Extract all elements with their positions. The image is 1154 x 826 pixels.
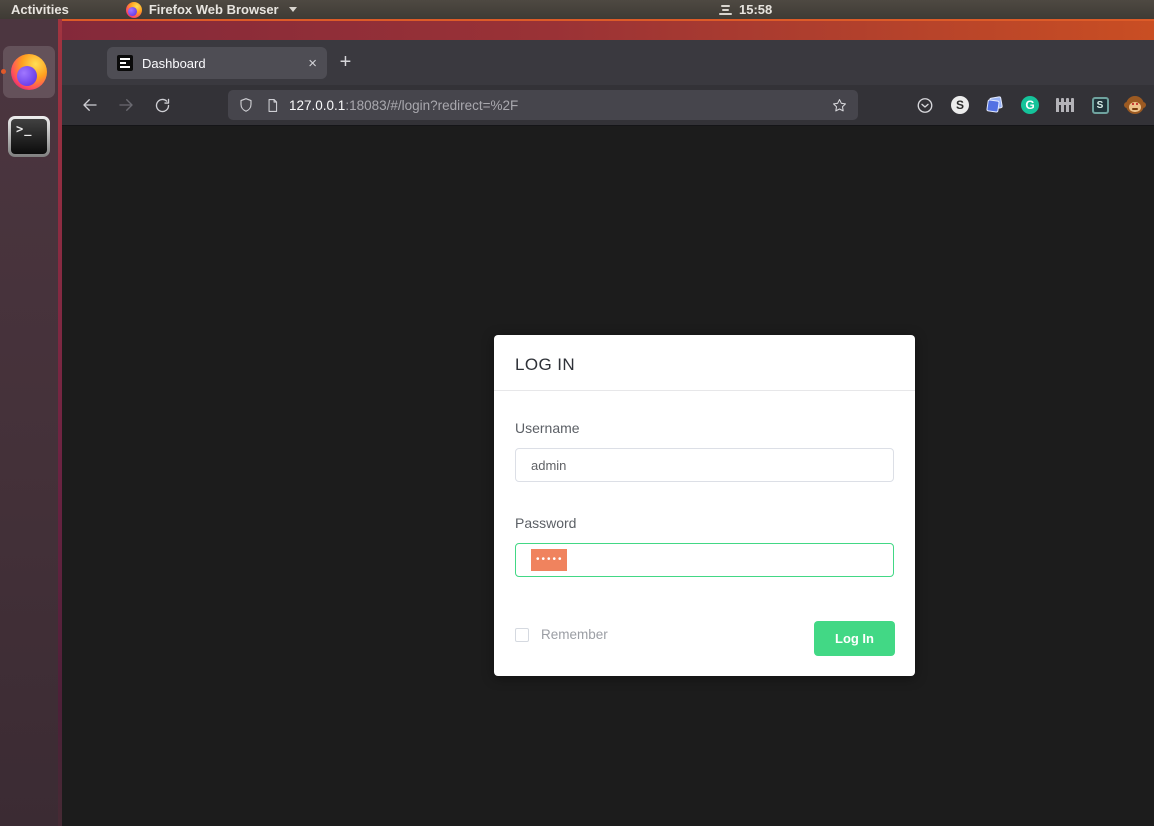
- grammarly-icon: G: [1021, 96, 1039, 114]
- running-indicator-dot: [1, 69, 6, 74]
- firefox-window: Dashboard × + 127.0.0.1:18083/#/login?re…: [62, 40, 1154, 826]
- login-card: LOG IN Username Password ••••• Remember …: [494, 335, 915, 676]
- login-button[interactable]: Log In: [814, 621, 895, 656]
- star-icon: [833, 98, 846, 111]
- notes-extension-button[interactable]: [986, 96, 1004, 114]
- username-input[interactable]: [515, 448, 894, 482]
- activities-button[interactable]: Activities: [0, 0, 80, 19]
- clock-time: 15:58: [739, 2, 773, 17]
- desktop-wallpaper-sliver: [58, 19, 62, 826]
- pocket-icon: [917, 97, 933, 113]
- card-divider: [494, 390, 915, 391]
- reload-button[interactable]: [147, 90, 177, 120]
- grammarly-extension-button[interactable]: G: [1021, 96, 1039, 114]
- forward-button[interactable]: [111, 90, 141, 120]
- tracking-shield-icon: [240, 98, 252, 112]
- tab-title: Dashboard: [142, 55, 206, 71]
- chevron-down-icon: [288, 7, 297, 12]
- url-host: 127.0.0.1: [289, 97, 346, 113]
- back-arrow-icon: [83, 99, 97, 111]
- login-title: LOG IN: [515, 355, 576, 374]
- firefox-icon: [125, 1, 142, 18]
- pocket-button[interactable]: [916, 96, 934, 114]
- remember-label: Remember: [541, 627, 608, 642]
- forward-arrow-icon: [119, 99, 133, 111]
- ubuntu-top-bar: Activities Firefox Web Browser 15:58: [0, 0, 1154, 19]
- desktop-wallpaper-strip: [58, 19, 1154, 42]
- stylus-icon: S: [1091, 96, 1109, 114]
- bookmark-button[interactable]: [831, 97, 848, 114]
- nav-toolbar: 127.0.0.1:18083/#/login?redirect=%2F S G: [62, 85, 1154, 126]
- url-bar[interactable]: 127.0.0.1:18083/#/login?redirect=%2F: [228, 90, 858, 120]
- back-button[interactable]: [75, 90, 105, 120]
- blue-notes-icon: [986, 96, 1004, 114]
- firefox-dock-icon: [11, 54, 47, 90]
- password-selected-text: •••••: [531, 549, 567, 571]
- password-input[interactable]: •••••: [515, 543, 894, 577]
- new-tab-button[interactable]: +: [332, 49, 359, 76]
- password-label: Password: [515, 515, 577, 531]
- stylus-extension-button[interactable]: S: [1091, 96, 1109, 114]
- remember-checkbox[interactable]: [515, 628, 529, 642]
- tab-close-button[interactable]: ×: [308, 56, 317, 71]
- username-label: Username: [515, 420, 580, 436]
- dock-item-firefox[interactable]: [3, 46, 55, 98]
- fence-extension-button[interactable]: [1056, 96, 1074, 114]
- dock: >_: [0, 19, 58, 826]
- app-menu-label: Firefox Web Browser: [148, 2, 279, 17]
- page-info-icon[interactable]: [265, 98, 280, 113]
- tab-bar: Dashboard × +: [62, 40, 1154, 85]
- tab-favicon-icon: [117, 55, 133, 71]
- s-badge-extension-button[interactable]: S: [951, 96, 969, 114]
- terminal-icon: >_: [11, 119, 47, 154]
- url-text: 127.0.0.1:18083/#/login?redirect=%2F: [289, 98, 518, 113]
- firefox-app-menu[interactable]: Firefox Web Browser: [125, 0, 297, 19]
- clock-menu[interactable]: 15:58: [718, 0, 772, 19]
- monkey-extension-button[interactable]: [1124, 96, 1146, 114]
- extension-toolbar: S G S: [916, 90, 1146, 120]
- url-path: :18083/#/login?redirect=%2F: [345, 97, 519, 113]
- monkey-icon: [1124, 96, 1146, 114]
- dock-item-terminal[interactable]: >_: [8, 116, 50, 157]
- fence-icon: [1056, 97, 1074, 113]
- tab-dashboard[interactable]: Dashboard ×: [107, 47, 327, 79]
- s-badge-icon: S: [951, 96, 969, 114]
- calendar-lines-icon: [718, 4, 732, 15]
- reload-icon: [155, 98, 169, 112]
